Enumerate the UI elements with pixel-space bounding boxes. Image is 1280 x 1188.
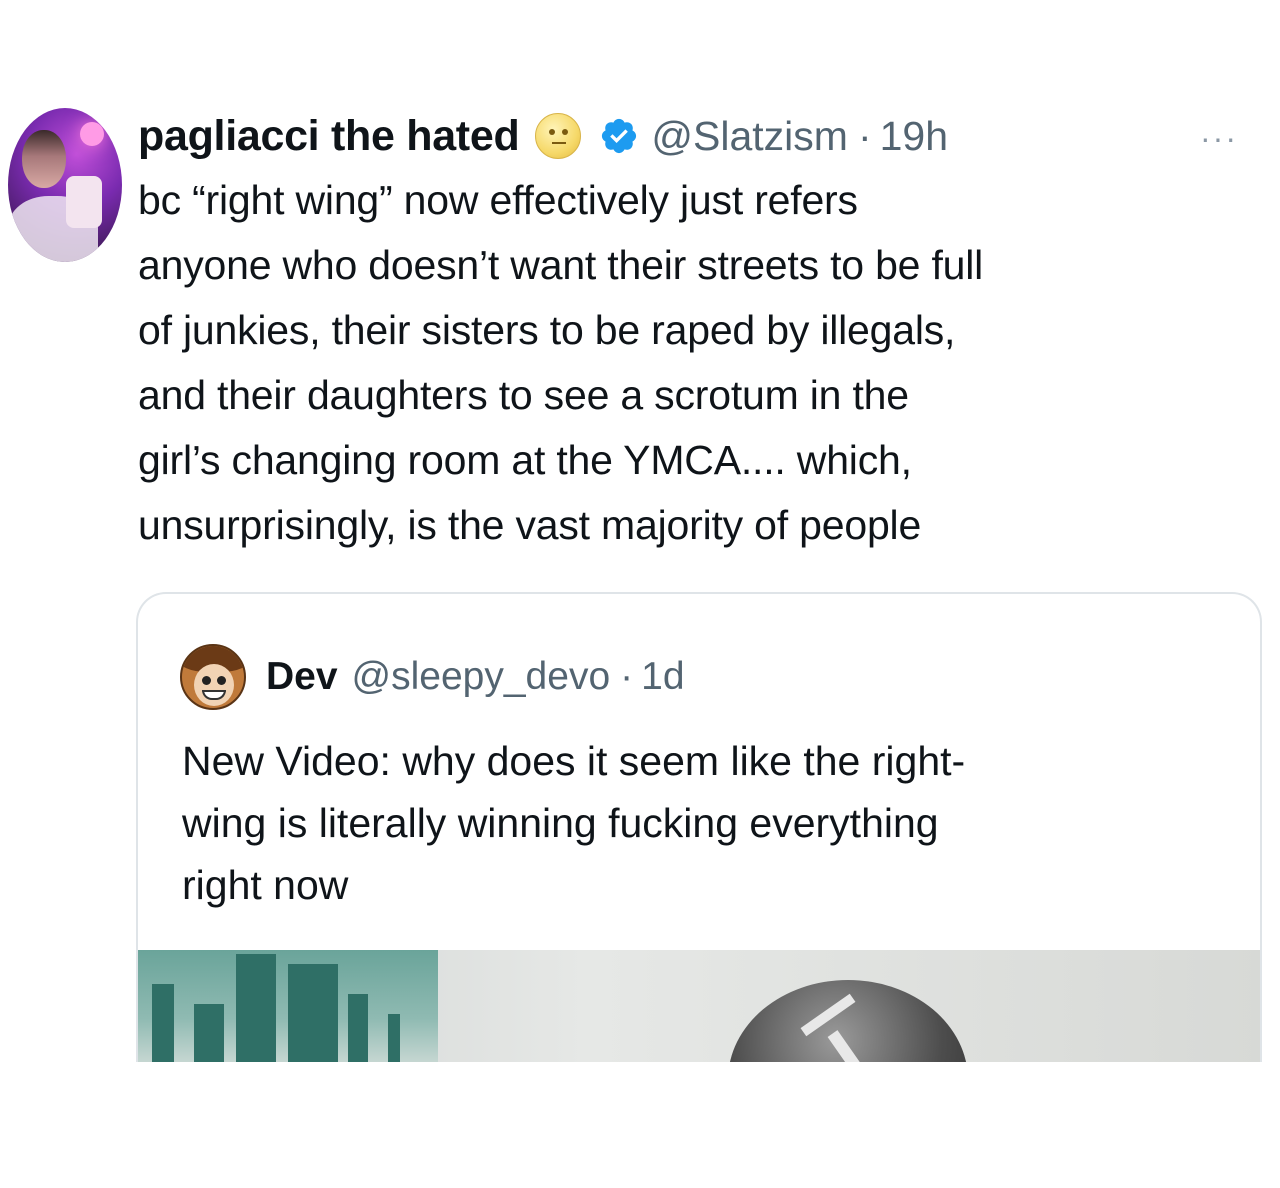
quoted-tweet[interactable]: Dev @sleepy_devo · 1d New Video: why doe…	[136, 592, 1262, 1062]
quoted-author-display-name[interactable]: Dev	[266, 655, 338, 699]
quoted-text-line: wing is literally winning fucking everyt…	[182, 800, 939, 846]
quoted-media-thumbnail[interactable]	[138, 950, 1260, 1062]
quoted-tweet-timestamp[interactable]: 1d	[641, 655, 684, 699]
quoted-meta-separator: ·	[620, 655, 634, 698]
meta-separator: ·	[857, 112, 872, 159]
tweet-text-line: unsurprisingly, is the vast majority of …	[138, 502, 922, 548]
tweet-text-line: of junkies, their sisters to be raped by…	[138, 307, 956, 353]
media-city-panel	[138, 950, 438, 1062]
tweet-text: bc “right wing” now effectively just ref…	[138, 168, 1268, 558]
avatar-face	[22, 130, 66, 188]
tweet-text-line: anyone who doesn’t want their streets to…	[138, 242, 984, 288]
tweet-timestamp[interactable]: 19h	[880, 113, 948, 160]
quoted-tweet-header: Dev @sleepy_devo · 1d	[180, 644, 685, 710]
quoted-text-line: New Video: why does it seem like the rig…	[182, 738, 966, 784]
more-options-icon[interactable]: ···	[1200, 122, 1238, 154]
tweet-text-line: girl’s changing room at the YMCA.... whi…	[138, 437, 912, 483]
tweet-text-line: and their daughters to see a scrotum in …	[138, 372, 909, 418]
quoted-author-avatar[interactable]	[180, 644, 246, 710]
avatar-light	[80, 122, 104, 146]
author-handle[interactable]: @Slatzism	[651, 113, 848, 160]
tweet-header: pagliacci the hated @Slatzism · 19h	[138, 108, 948, 164]
author-avatar[interactable]	[8, 108, 122, 262]
smiley-emoji-icon	[535, 113, 582, 159]
author-display-name[interactable]: pagliacci the hated	[138, 112, 520, 161]
verified-badge-icon	[602, 118, 637, 154]
quoted-tweet-text: New Video: why does it seem like the rig…	[182, 730, 1242, 916]
tweet-text-line: bc “right wing” now effectively just ref…	[138, 177, 858, 223]
quoted-text-line: right now	[182, 862, 349, 908]
avatar-phone	[66, 176, 102, 228]
quoted-author-handle[interactable]: @sleepy_devo	[352, 655, 611, 699]
